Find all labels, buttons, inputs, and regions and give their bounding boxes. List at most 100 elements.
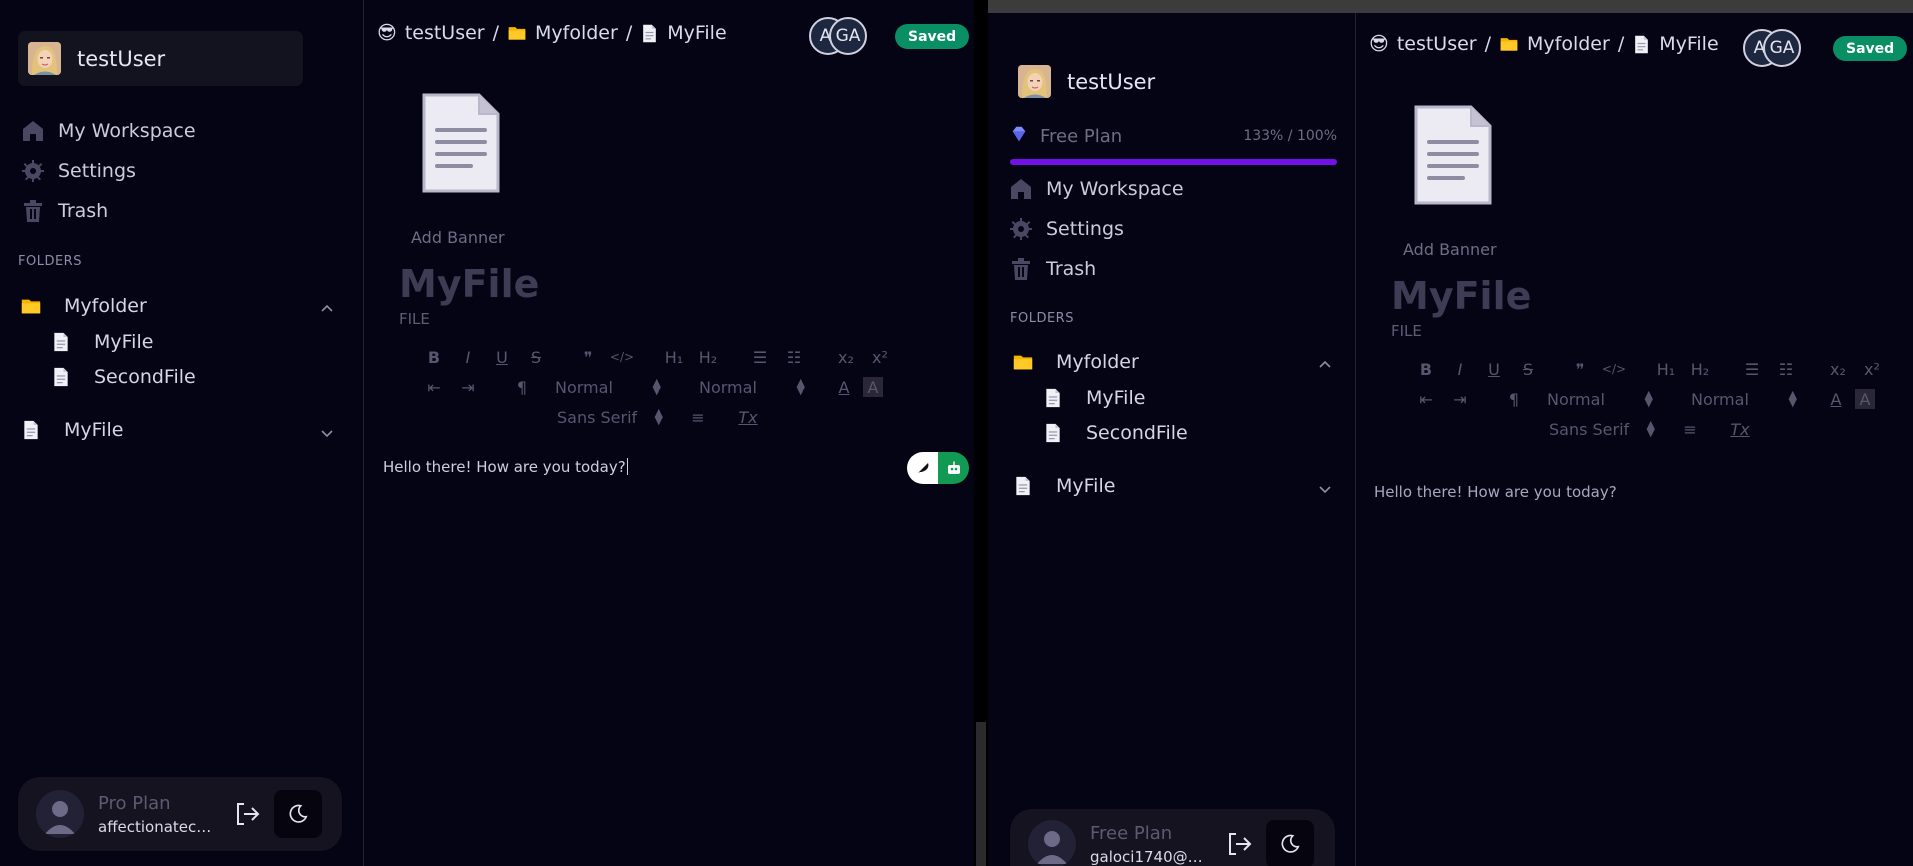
workspace-switcher[interactable]: testUser: [1018, 65, 1155, 98]
editor-content[interactable]: Hello there! How are you today?: [1374, 483, 1617, 501]
plan-name: Pro Plan: [98, 792, 171, 814]
bold-button[interactable]: B: [419, 344, 449, 370]
workspace-switcher[interactable]: testUser: [18, 31, 303, 86]
breadcrumb-workspace[interactable]: testUser: [405, 22, 485, 44]
indent-icon[interactable]: ⇥: [1445, 386, 1475, 412]
add-banner-button[interactable]: Add Banner: [1403, 240, 1497, 259]
breadcrumb-workspace[interactable]: testUser: [1397, 33, 1477, 55]
logout-icon[interactable]: [232, 799, 262, 829]
breadcrumb-file[interactable]: MyFile: [667, 22, 726, 44]
text-direction-icon[interactable]: ¶: [507, 374, 537, 400]
header-select-value: Normal: [699, 377, 757, 397]
bullet-list-icon[interactable]: ☷: [779, 344, 809, 370]
breadcrumb-file[interactable]: MyFile: [1659, 33, 1718, 55]
account-email: affectionatecol...: [98, 817, 218, 836]
text-direction-icon[interactable]: ¶: [1499, 386, 1529, 412]
folders-heading: FOLDERS: [18, 254, 82, 269]
file-item[interactable]: MyFile: [18, 324, 334, 359]
strike-button[interactable]: S: [521, 344, 551, 370]
heading2-button[interactable]: H₂: [693, 344, 723, 370]
document-title[interactable]: MyFile: [1391, 274, 1531, 318]
font-color-icon[interactable]: A: [829, 374, 859, 400]
add-banner-button[interactable]: Add Banner: [411, 228, 505, 247]
superscript-button[interactable]: x²: [1857, 356, 1887, 382]
background-color-icon[interactable]: A: [863, 377, 883, 397]
clear-format-icon[interactable]: Tx: [1725, 416, 1755, 442]
italic-button[interactable]: I: [1445, 356, 1475, 382]
underline-button[interactable]: U: [1479, 356, 1509, 382]
nav-my-workspace[interactable]: My Workspace: [20, 111, 196, 151]
document-icon[interactable]: [1413, 104, 1493, 210]
nav-trash[interactable]: Trash: [1008, 249, 1184, 289]
chevron-down-icon[interactable]: [1318, 479, 1332, 501]
code-icon[interactable]: </>: [1599, 356, 1629, 382]
font-select[interactable]: Sans Serif ▲ ▼: [543, 407, 663, 427]
font-select[interactable]: Sans Serif ▲ ▼: [1535, 419, 1655, 439]
align-icon[interactable]: ≡: [683, 404, 713, 430]
bold-button[interactable]: B: [1411, 356, 1441, 382]
ordered-list-icon[interactable]: ☰: [1737, 356, 1767, 382]
file-item[interactable]: SecondFile: [1010, 415, 1332, 450]
window-gap: [974, 0, 988, 866]
theme-toggle-button[interactable]: [1266, 820, 1314, 866]
chevron-up-icon[interactable]: [1318, 355, 1332, 377]
blockquote-icon[interactable]: ❞: [573, 344, 603, 370]
heading1-button[interactable]: H₁: [659, 344, 689, 370]
code-icon[interactable]: </>: [607, 344, 637, 370]
chevron-down-icon[interactable]: [320, 423, 334, 445]
user-avatar: [1018, 65, 1051, 98]
logout-icon[interactable]: [1224, 829, 1254, 859]
superscript-button[interactable]: x²: [865, 344, 895, 370]
ordered-list-icon[interactable]: ☰: [745, 344, 775, 370]
strike-button[interactable]: S: [1513, 356, 1543, 382]
collaborator-avatar[interactable]: GA: [1763, 29, 1801, 67]
breadcrumb-folder[interactable]: Myfolder: [535, 22, 618, 44]
breadcrumb: 😎 testUser / Myfolder / MyFile: [377, 22, 727, 44]
size-select[interactable]: Normal ▲ ▼: [541, 377, 661, 397]
align-icon[interactable]: ≡: [1675, 416, 1705, 442]
folder-label: Myfolder: [1056, 351, 1139, 373]
user-name: testUser: [1067, 69, 1156, 94]
file-item[interactable]: MyFile: [1010, 468, 1332, 504]
editor-content[interactable]: Hello there! How are you today?: [383, 458, 628, 476]
subscript-button[interactable]: x₂: [1823, 356, 1853, 382]
collaborator-avatar[interactable]: GA: [829, 17, 867, 55]
blockquote-icon[interactable]: ❞: [1565, 356, 1595, 382]
nav-settings[interactable]: Settings: [1008, 209, 1184, 249]
file-item[interactable]: MyFile: [1010, 380, 1332, 415]
document-title[interactable]: MyFile: [399, 262, 539, 306]
ai-toggle[interactable]: [907, 452, 969, 484]
size-select[interactable]: Normal ▲ ▼: [1533, 389, 1653, 409]
background-color-icon[interactable]: A: [1855, 389, 1875, 409]
subscript-button[interactable]: x₂: [831, 344, 861, 370]
robot-icon[interactable]: [938, 452, 969, 484]
trash-icon: [1008, 256, 1034, 282]
file-item[interactable]: SecondFile: [18, 359, 334, 394]
folder-item[interactable]: Myfolder: [1010, 344, 1332, 380]
clear-format-icon[interactable]: Tx: [733, 404, 763, 430]
heading1-button[interactable]: H₁: [1651, 356, 1681, 382]
document-icon[interactable]: [421, 92, 501, 198]
folder-item[interactable]: Myfolder: [18, 288, 334, 324]
nav-trash[interactable]: Trash: [20, 191, 196, 231]
scrollbar-track[interactable]: [976, 722, 986, 866]
italic-button[interactable]: I: [453, 344, 483, 370]
theme-toggle-button[interactable]: [274, 790, 322, 838]
feather-icon[interactable]: [907, 452, 938, 484]
breadcrumb-folder[interactable]: Myfolder: [1527, 33, 1610, 55]
outdent-icon[interactable]: ⇤: [419, 374, 449, 400]
header-select[interactable]: Normal ▲ ▼: [1677, 389, 1797, 409]
file-item[interactable]: MyFile: [18, 412, 334, 448]
nav-settings[interactable]: Settings: [20, 151, 196, 191]
collaborators: AI GA: [809, 17, 867, 55]
nav-my-workspace[interactable]: My Workspace: [1008, 169, 1184, 209]
font-color-icon[interactable]: A: [1821, 386, 1851, 412]
header-select[interactable]: Normal ▲ ▼: [685, 377, 805, 397]
outdent-icon[interactable]: ⇤: [1411, 386, 1441, 412]
workspace-emoji-icon: 😎: [1369, 33, 1389, 55]
chevron-up-icon[interactable]: [320, 299, 334, 321]
heading2-button[interactable]: H₂: [1685, 356, 1715, 382]
bullet-list-icon[interactable]: ☷: [1771, 356, 1801, 382]
indent-icon[interactable]: ⇥: [453, 374, 483, 400]
underline-button[interactable]: U: [487, 344, 517, 370]
